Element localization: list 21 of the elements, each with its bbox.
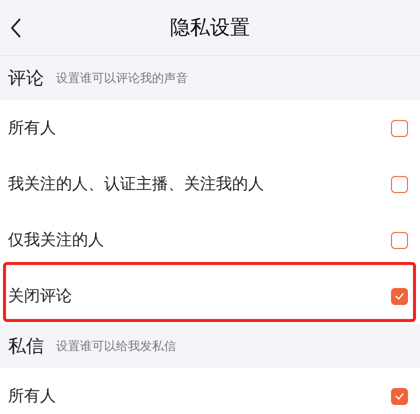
page-title: 隐私设置 (170, 14, 250, 41)
option-label: 所有人 (8, 386, 56, 406)
checkbox[interactable] (391, 120, 408, 136)
section-title: 私信 (8, 335, 44, 358)
checkbox[interactable] (391, 232, 408, 248)
option-row[interactable]: 所有人 (0, 368, 420, 414)
option-row[interactable]: 仅我关注的人 (0, 212, 420, 268)
back-icon[interactable] (10, 18, 22, 38)
option-label: 所有人 (8, 118, 56, 138)
section-subtitle: 设置谁可以评论我的声音 (56, 70, 188, 86)
checkbox[interactable] (391, 388, 408, 404)
checkbox[interactable] (391, 176, 408, 192)
option-row[interactable]: 关闭评论 (0, 268, 420, 324)
option-label: 仅我关注的人 (8, 230, 104, 250)
option-label: 关闭评论 (8, 286, 72, 306)
option-row[interactable]: 所有人 (0, 100, 420, 156)
section-subtitle: 设置谁可以给我发私信 (56, 338, 176, 354)
option-row[interactable]: 我关注的人、认证主播、关注我的人 (0, 156, 420, 212)
option-label: 我关注的人、认证主播、关注我的人 (8, 174, 264, 194)
checkbox[interactable] (391, 288, 408, 304)
section-title: 评论 (8, 67, 44, 90)
